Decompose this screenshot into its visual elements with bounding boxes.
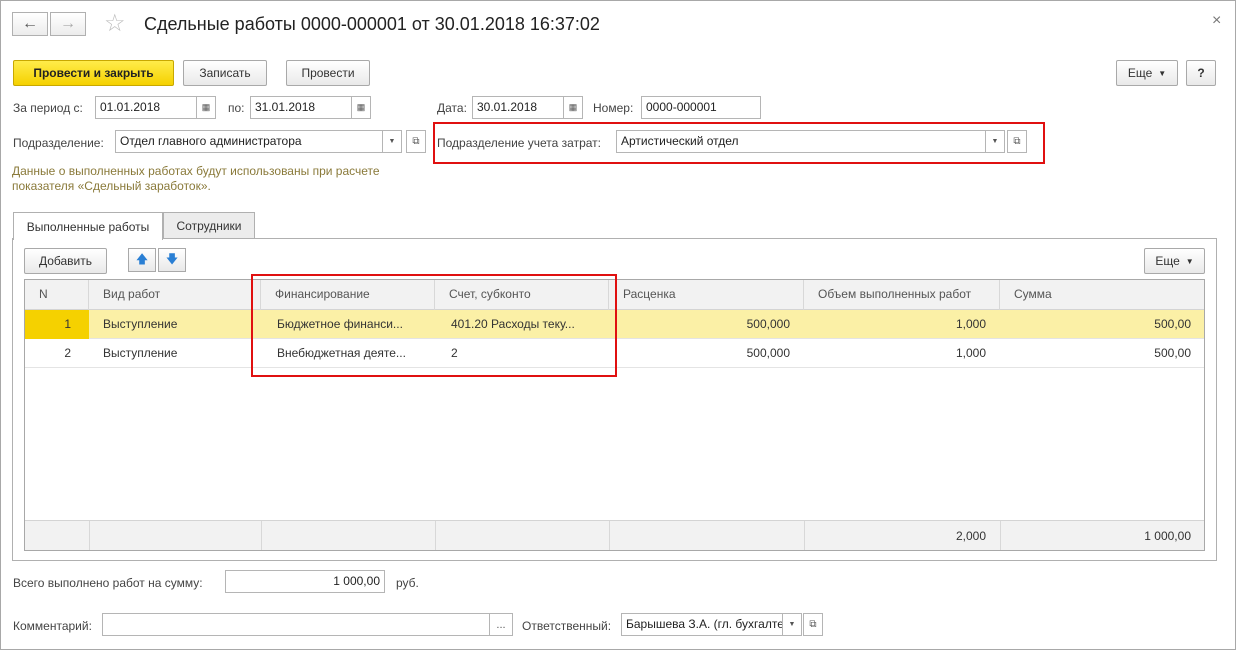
dropdown-button[interactable]: ▼ — [382, 130, 402, 153]
arrow-left-icon: ← — [22, 15, 38, 32]
responsible-label: Ответственный: — [522, 619, 612, 633]
department-input[interactable]: Отдел главного администратора — [115, 130, 383, 153]
sum-cell: 500,00 — [1154, 317, 1191, 331]
date-input[interactable]: 30.01.2018 — [472, 96, 564, 119]
period-from-label: За период с: — [13, 101, 83, 115]
row-number: 1 — [64, 317, 71, 331]
sum-cell: 500,00 — [1154, 346, 1191, 360]
more-label: Еще — [1155, 254, 1180, 268]
chevron-down-icon: ▼ — [1185, 256, 1194, 266]
more-label: Еще — [1127, 66, 1153, 80]
open-button[interactable]: ⧉ — [803, 613, 823, 636]
period-to-label: по: — [228, 101, 245, 115]
add-button[interactable]: Добавить — [24, 248, 107, 274]
calendar-icon: ▦ — [201, 102, 211, 112]
arrow-right-icon: → — [60, 15, 76, 32]
column-header[interactable]: Объем выполненных работ — [804, 280, 1000, 310]
number-label: Номер: — [593, 101, 634, 115]
period-from-input[interactable]: 01.01.2018 — [95, 96, 197, 119]
number-input[interactable]: 0000-000001 — [641, 96, 761, 119]
calendar-icon: ▦ — [356, 102, 366, 112]
rate-cell: 500,000 — [746, 346, 790, 360]
row-number: 2 — [64, 346, 71, 360]
open-window-icon: ⧉ — [809, 619, 817, 630]
save-button[interactable]: Записать — [183, 60, 267, 86]
chevron-down-icon: ▼ — [788, 621, 796, 628]
back-button[interactable]: ← — [12, 12, 48, 36]
column-header[interactable]: Вид работ — [89, 280, 261, 310]
open-window-icon: ⧉ — [412, 136, 420, 147]
currency-label: руб. — [396, 576, 419, 590]
tab-completed-works[interactable]: Выполненные работы — [13, 212, 163, 240]
forward-button[interactable]: → — [50, 12, 86, 36]
total-sum: 1 000,00 — [1144, 529, 1191, 543]
post-and-close-button[interactable]: Провести и закрыть — [13, 60, 174, 86]
rate-cell: 500,000 — [746, 317, 790, 331]
highlight-frame — [251, 274, 617, 377]
help-button[interactable]: ? — [1186, 60, 1216, 86]
open-button[interactable]: ⧉ — [406, 130, 426, 153]
chevron-down-icon: ▼ — [1158, 68, 1167, 78]
arrow-up-icon: 🡅 — [135, 251, 149, 266]
chevron-down-icon: ▼ — [388, 138, 396, 145]
calendar-button[interactable]: ▦ — [351, 96, 371, 119]
table-footer: 2,000 1 000,00 — [25, 520, 1204, 550]
work-type-cell: Выступление — [103, 346, 178, 360]
column-header[interactable]: Расценка — [609, 280, 804, 310]
calendar-button[interactable]: ▦ — [563, 96, 583, 119]
close-icon[interactable]: × — [1212, 12, 1221, 30]
total-input[interactable]: 1 000,00 — [225, 570, 385, 593]
work-type-cell: Выступление — [103, 317, 178, 331]
tab-employees[interactable]: Сотрудники — [163, 212, 255, 239]
table-more-button[interactable]: Еще ▼ — [1144, 248, 1205, 274]
calendar-icon: ▦ — [568, 102, 578, 112]
info-hint: Данные о выполненных работах будут испол… — [12, 164, 380, 193]
period-to-input[interactable]: 31.01.2018 — [250, 96, 352, 119]
department-label: Подразделение: — [13, 136, 104, 150]
date-label: Дата: — [437, 101, 467, 115]
move-down-button[interactable]: 🡇 — [158, 248, 186, 272]
comment-input[interactable] — [102, 613, 490, 636]
comment-label: Комментарий: — [13, 619, 92, 633]
more-button[interactable]: Еще ▼ — [1116, 60, 1178, 86]
comment-select-button[interactable]: ... — [489, 613, 513, 636]
post-button[interactable]: Провести — [286, 60, 370, 86]
volume-cell: 1,000 — [955, 317, 986, 331]
calendar-button[interactable]: ▦ — [196, 96, 216, 119]
volume-cell: 1,000 — [955, 346, 986, 360]
responsible-input[interactable]: Барышева З.А. (гл. бухгалтер) — [621, 613, 783, 636]
highlight-frame — [433, 122, 1045, 164]
dropdown-button[interactable]: ▼ — [782, 613, 802, 636]
total-label: Всего выполнено работ на сумму: — [13, 576, 203, 590]
favorite-star-icon[interactable]: ☆ — [104, 11, 126, 37]
arrow-down-icon: 🡇 — [165, 251, 179, 266]
move-up-button[interactable]: 🡅 — [128, 248, 156, 272]
page-title: Сдельные работы 0000-000001 от 30.01.201… — [144, 14, 600, 34]
column-header[interactable]: Сумма — [1000, 280, 1204, 310]
total-volume: 2,000 — [955, 529, 986, 543]
column-header[interactable]: N — [25, 280, 89, 310]
